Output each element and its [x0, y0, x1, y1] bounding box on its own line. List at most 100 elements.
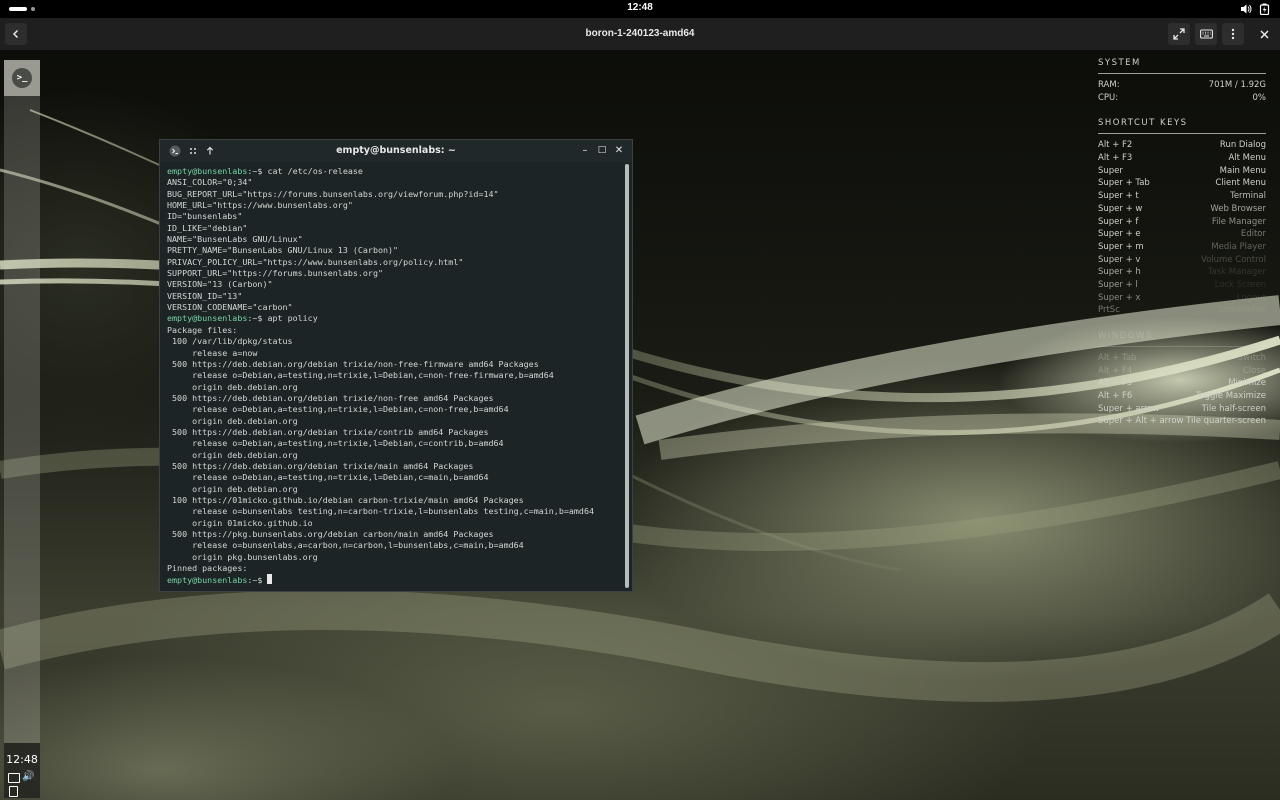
- system-header: SYSTEM: [1098, 58, 1266, 74]
- window-shortcut-row: Alt + F5 Minimize: [1098, 377, 1266, 390]
- shortcut-row-value: Terminal: [1230, 191, 1266, 202]
- shortcut-row-key: Super + x: [1098, 292, 1141, 303]
- keyboard-icon: [1199, 29, 1213, 39]
- desktop: >_ 12:48 🔊 SYSTEM RAM: 701M / 1.92G CPU: 0%…: [0, 50, 1280, 800]
- apt-policy-line: origin deb.debian.org: [167, 415, 298, 426]
- prompt-user-host: empty@bunsenlabs: [167, 166, 248, 176]
- session-title: boron-1-240123-amd64: [585, 28, 695, 39]
- prompt-user-host: empty@bunsenlabs: [167, 313, 248, 324]
- apt-policy-line: origin pkg.bunsenlabs.org: [167, 551, 318, 562]
- apt-policy-line: 100 https://01micko.github.io/debian car…: [167, 494, 524, 505]
- prompt-line: empty@bunsenlabs:~$: [167, 574, 622, 586]
- os-release-line: ANSI_COLOR="0;34": [167, 177, 253, 188]
- fullscreen-icon: [1173, 28, 1185, 40]
- apt-policy-line: release o=Debian,a=testing,n=trixie,l=De…: [167, 472, 489, 483]
- prompt-suffix: :~$: [247, 575, 263, 586]
- prompt-suffix: :~$: [247, 313, 263, 324]
- terminal-title: empty@bunsenlabs: ~: [336, 145, 456, 156]
- keyboard-button[interactable]: [1195, 23, 1217, 45]
- prompt-suffix: :~$: [247, 166, 263, 176]
- apt-policy-line: release a=now: [167, 347, 258, 358]
- window-shortcut-row: Alt + F4 Close: [1098, 365, 1266, 378]
- more-menu-icon: [1231, 28, 1235, 40]
- apt-policy-line: 500 https://deb.debian.org/debian trixie…: [167, 392, 494, 403]
- shortcut-row-key: Alt + F2: [1098, 140, 1133, 151]
- window-shortcut-row-value: Tile quarter-screen: [1186, 416, 1266, 427]
- apt-policy-line: 500 https://deb.debian.org/debian trixie…: [167, 460, 474, 471]
- left-panel: >_ 12:48 🔊: [4, 60, 40, 798]
- network-icon[interactable]: [8, 773, 20, 783]
- window-shortcut-row-key: Alt + F5: [1098, 378, 1133, 389]
- close-button[interactable]: ✕: [613, 144, 625, 157]
- window-shortcut-row-key: Super + Alt + arrow: [1098, 416, 1184, 427]
- shortcut-row-value: File Manager: [1211, 216, 1266, 227]
- shortcut-row-key: Super + v: [1098, 254, 1141, 265]
- window-shortcut-row-value: Tile half-screen: [1201, 403, 1266, 414]
- volume-icon[interactable]: [1240, 3, 1252, 15]
- window-shortcut-row: Super + Alt + arrow Tile quarter-screen: [1098, 415, 1266, 428]
- apt-policy-line: 500 https://deb.debian.org/debian trixie…: [167, 358, 539, 369]
- shortcut-row: Super + f File Manager: [1098, 216, 1266, 229]
- window-shortcut-row-value: Toggle Maximize: [1195, 391, 1266, 402]
- terminal-launcher-icon: >_: [12, 68, 32, 88]
- terminal-window[interactable]: empty@bunsenlabs: ~ – □ ✕ empty@bunsenla…: [159, 139, 633, 592]
- shortcut-row-value: Web Browser: [1210, 203, 1266, 214]
- apt-policy-line: 500 https://pkg.bunsenlabs.org/debian ca…: [167, 529, 494, 539]
- shortcut-row-key: Super: [1098, 165, 1123, 176]
- command-text: cat /etc/os-release: [267, 166, 363, 176]
- fullscreen-button[interactable]: [1168, 23, 1190, 45]
- clipboard-icon[interactable]: [9, 786, 18, 797]
- apt-policy-line: release o=bunsenlabs testing,n=carbon-tr…: [167, 506, 594, 517]
- shortcut-row-key: Super + l: [1098, 279, 1138, 290]
- shortcut-row-key: Super + t: [1098, 191, 1139, 202]
- close-icon: [1259, 29, 1269, 39]
- os-release-line: NAME="BunsenLabs GNU/Linux": [167, 234, 303, 245]
- os-release-line: VERSION="13 (Carbon)": [167, 279, 273, 290]
- apt-policy-line: origin deb.debian.org: [167, 483, 298, 494]
- apt-policy-line: 500 https://deb.debian.org/debian trixie…: [167, 426, 489, 437]
- battery-icon: [1259, 3, 1270, 15]
- shortcut-row-value: Task Manager: [1207, 267, 1266, 278]
- minimize-button[interactable]: –: [579, 144, 591, 157]
- apt-policy-line: Package files:: [167, 324, 238, 335]
- system-stat-row-value: 701M / 1.92G: [1208, 80, 1266, 90]
- system-stat-row-key: RAM:: [1098, 80, 1120, 90]
- shortcut-row-key: Super + h: [1098, 267, 1141, 278]
- shortcut-row: Alt + F3 Alt Menu: [1098, 152, 1266, 165]
- more-menu-button[interactable]: [1222, 23, 1244, 45]
- terminal-scrollbar[interactable]: [625, 164, 629, 588]
- terminal-titlebar[interactable]: empty@bunsenlabs: ~ – □ ✕: [160, 140, 632, 162]
- maximize-button[interactable]: □: [596, 144, 608, 157]
- apt-policy-line: origin deb.debian.org: [167, 381, 298, 392]
- shortcut-row-value: Run Dialog: [1219, 140, 1266, 151]
- shortcut-row: Super + m Media Player: [1098, 241, 1266, 254]
- windows-header: WINDOWS: [1098, 331, 1266, 347]
- session-close-button[interactable]: [1253, 23, 1275, 45]
- apt-policy-line: Pinned packages:: [167, 563, 248, 574]
- window-shortcut-row-value: Switch: [1237, 353, 1266, 363]
- window-shortcut-row-key: Alt + F6: [1098, 391, 1133, 402]
- prompt-line: empty@bunsenlabs:~$ apt policy: [167, 313, 622, 324]
- shortcut-row: Alt + F2 Run Dialog: [1098, 139, 1266, 152]
- shortcut-row-key: Super + f: [1098, 216, 1139, 227]
- shortcut-row: Super + w Web Browser: [1098, 203, 1266, 216]
- shortcut-row-key: PrtSc: [1098, 305, 1120, 316]
- shortcut-row: Super + l Lock Screen: [1098, 279, 1266, 292]
- shortcut-row-key: Alt + F3: [1098, 153, 1133, 164]
- system-tray: 12:48 🔊: [4, 743, 40, 798]
- terminal-launcher[interactable]: >_: [4, 60, 40, 96]
- apt-policy-line: release o=Debian,a=testing,n=trixie,l=De…: [167, 370, 554, 381]
- panel-clock[interactable]: 12:48: [4, 753, 40, 766]
- os-release-line: BUG_REPORT_URL="https://forums.bunsenlab…: [167, 188, 499, 199]
- prompt-user-host: empty@bunsenlabs: [167, 575, 248, 586]
- apt-policy-line: origin 01micko.github.io: [167, 517, 313, 528]
- os-release-line: VERSION_CODENAME="carbon": [167, 302, 293, 313]
- shortcut-row-value: Media Player: [1211, 241, 1266, 252]
- window-shortcut-row: Alt + Tab Switch: [1098, 352, 1266, 365]
- speaker-icon[interactable]: 🔊: [22, 771, 34, 782]
- terminal-output[interactable]: empty@bunsenlabs:~$ cat /etc/os-release A…: [167, 166, 622, 586]
- shortcut-row: Super Main Menu: [1098, 165, 1266, 178]
- host-clock: 12:48: [627, 2, 653, 13]
- shortcut-row: PrtSc Screenshot: [1098, 304, 1266, 317]
- shortcut-row: Super + h Task Manager: [1098, 266, 1266, 279]
